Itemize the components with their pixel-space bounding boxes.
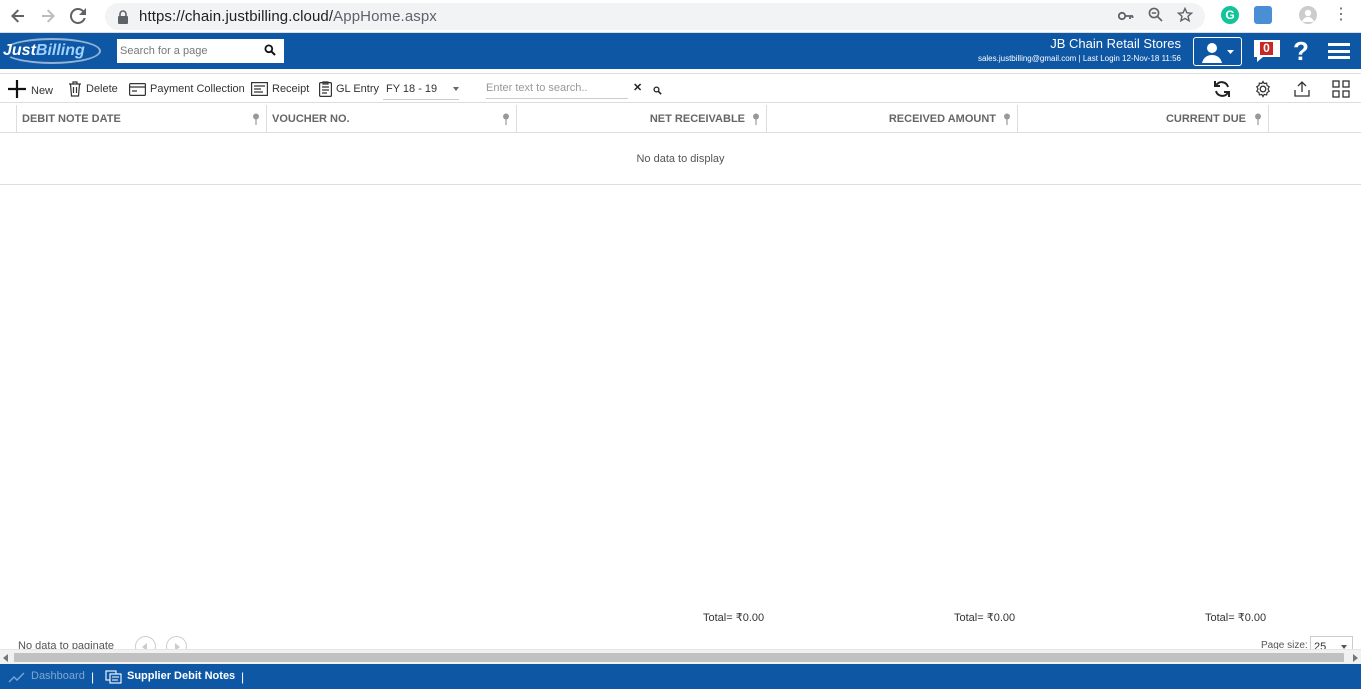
filter-pin-icon[interactable]: [1254, 113, 1262, 125]
settings-gear-icon[interactable]: [1253, 79, 1273, 99]
export-upload-icon[interactable]: [1292, 79, 1312, 99]
new-button[interactable]: New: [7, 79, 53, 99]
user-icon: [1202, 43, 1234, 63]
filter-pin-icon[interactable]: [252, 113, 260, 125]
browser-menu-icon[interactable]: ⋮: [1333, 6, 1349, 24]
payment-collection-button[interactable]: Payment Collection: [129, 79, 245, 99]
key-icon[interactable]: [1117, 8, 1134, 25]
store-name: JB Chain Retail Stores: [1050, 36, 1181, 51]
grid-search: [486, 79, 628, 99]
footer-taskbar: Dashboard | Supplier Debit Notes |: [0, 664, 1361, 689]
page-search-input[interactable]: [120, 41, 260, 61]
clipboard-icon: [319, 81, 332, 97]
url-text: https://chain.justbilling.cloud/AppHome.…: [139, 8, 437, 25]
delete-button[interactable]: Delete: [68, 79, 118, 99]
refresh-icon[interactable]: [1212, 79, 1232, 99]
zoom-icon[interactable]: [1148, 7, 1163, 26]
filter-pin-icon[interactable]: [752, 113, 760, 125]
column-voucher-no[interactable]: VOUCHER NO.: [266, 105, 517, 133]
hamburger-menu-icon[interactable]: [1328, 43, 1350, 59]
user-menu-button[interactable]: [1193, 37, 1242, 66]
browser-chrome: https://chain.justbilling.cloud/AppHome.…: [0, 0, 1361, 33]
receipt-button[interactable]: Receipt: [251, 79, 309, 99]
column-net-receivable[interactable]: NET RECEIVABLE: [516, 105, 767, 133]
column-debit-note-date[interactable]: DEBIT NOTE DATE: [16, 105, 267, 133]
scroll-right-arrow-icon[interactable]: [1353, 654, 1358, 662]
grammarly-extension-icon[interactable]: G: [1221, 6, 1239, 24]
scroll-left-arrow-icon[interactable]: [3, 654, 8, 662]
footer-separator: |: [91, 670, 95, 684]
document-stack-icon: [105, 669, 122, 684]
reload-icon[interactable]: [63, 1, 93, 31]
grid-search-icon[interactable]: [653, 84, 662, 95]
chevron-down-icon: [453, 87, 459, 91]
lock-icon: [117, 9, 129, 24]
supplier-debit-notes-tab[interactable]: Supplier Debit Notes: [105, 664, 235, 689]
footer-separator: |: [241, 670, 245, 684]
plus-icon: [8, 80, 26, 98]
receipt-icon: [251, 82, 268, 96]
search-icon[interactable]: [264, 44, 276, 56]
notification-count: 0: [1263, 41, 1270, 55]
grid-layout-icon[interactable]: [1331, 79, 1351, 99]
column-received-amount[interactable]: RECEIVED AMOUNT: [766, 105, 1018, 133]
filter-pin-icon[interactable]: [1003, 113, 1011, 125]
help-button[interactable]: ?: [1291, 37, 1311, 65]
financial-year-select[interactable]: FY 18 - 19: [383, 78, 459, 100]
address-bar[interactable]: https://chain.justbilling.cloud/AppHome.…: [105, 3, 1205, 30]
grid-toolbar: New Delete Payment Collection Receipt GL…: [0, 73, 1361, 103]
extension-icon[interactable]: [1254, 6, 1272, 24]
total-current-due: Total= ₹0.00: [1205, 612, 1267, 624]
total-net-receivable: Total= ₹0.00: [703, 612, 765, 624]
justbilling-logo[interactable]: JustBilling: [3, 38, 103, 64]
profile-avatar-icon[interactable]: [1299, 6, 1317, 24]
column-current-due[interactable]: CURRENT DUE: [1017, 105, 1269, 133]
chart-line-icon: [8, 672, 25, 682]
login-meta: sales.justbilling@gmail.com | Last Login…: [977, 54, 1181, 63]
total-received-amount: Total= ₹0.00: [954, 612, 1016, 624]
clear-search-icon[interactable]: ✕: [633, 82, 643, 94]
notifications-button[interactable]: 0: [1253, 39, 1281, 63]
dashboard-tab[interactable]: Dashboard: [8, 664, 85, 689]
bookmark-star-icon[interactable]: [1176, 6, 1194, 27]
grid-header: DEBIT NOTE DATE VOUCHER NO. NET RECEIVAB…: [0, 105, 1361, 133]
scrollbar-thumb[interactable]: [14, 653, 1344, 662]
forward-arrow-icon[interactable]: [33, 1, 63, 31]
trash-icon: [69, 81, 81, 97]
filter-pin-icon[interactable]: [502, 113, 510, 125]
card-icon: [129, 82, 146, 96]
no-data-message: No data to display: [0, 133, 1361, 185]
grid-search-input[interactable]: [486, 79, 626, 97]
app-header: JustBilling JB Chain Retail Stores sales…: [0, 33, 1361, 69]
page-search: [117, 39, 284, 63]
back-arrow-icon[interactable]: [3, 1, 33, 31]
store-info: JB Chain Retail Stores sales.justbilling…: [978, 36, 1181, 65]
gl-entry-button[interactable]: GL Entry: [319, 79, 379, 99]
